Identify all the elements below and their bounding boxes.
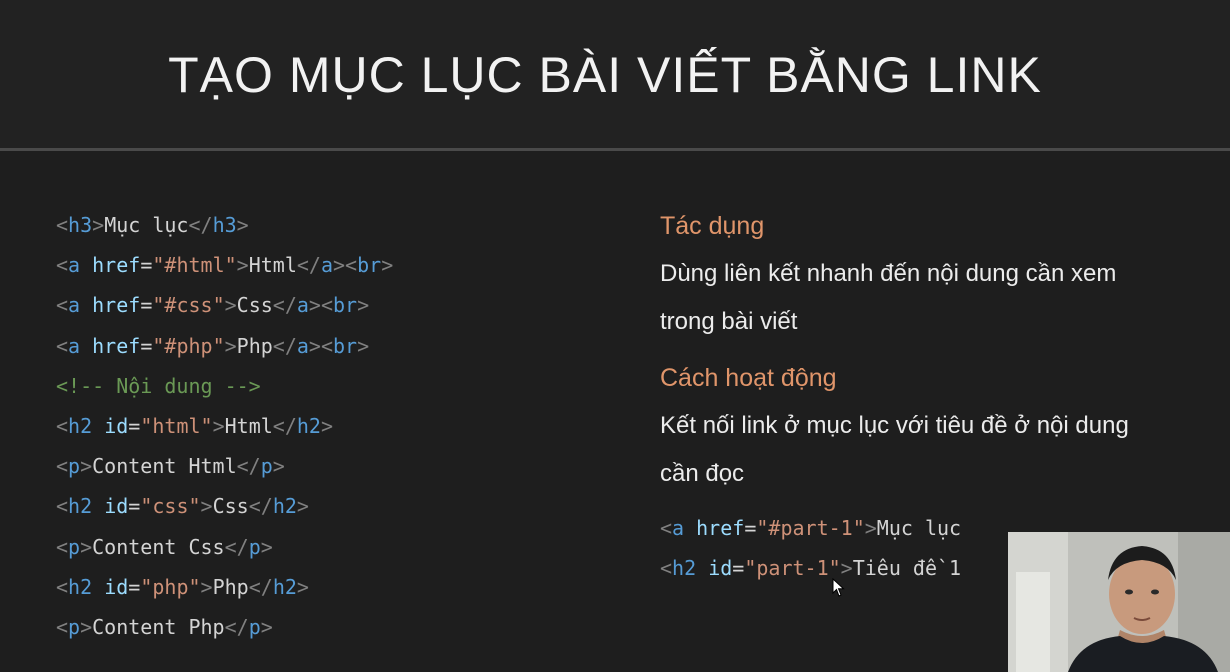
code-line: <h3>Mục lục</h3> — [56, 213, 249, 237]
code-example-left: <h3>Mục lục</h3> <a href="#html">Html</a… — [56, 208, 393, 650]
slide-title: TẠO MỤC LỤC BÀI VIẾT BẰNG LINK — [168, 47, 1042, 103]
code-line: <h2 id="css">Css</h2> — [56, 494, 309, 519]
purpose-text: Dùng liên kết nhanh đến nội dung cần xem… — [660, 250, 1200, 346]
section-heading-how-it-works: Cách hoạt động — [660, 364, 837, 392]
code-line: <a href="#php">Php</a><br> — [56, 333, 370, 358]
code-comment: <!-- Nội dung --> — [56, 373, 261, 398]
code-line: <p>Content Css</p> — [56, 534, 273, 559]
webcam-presenter — [1008, 532, 1230, 672]
mouse-pointer-icon — [832, 577, 846, 603]
code-line: <h2 id="html">Html</h2> — [56, 413, 334, 438]
how-line: cần đọc — [660, 460, 745, 487]
purpose-line: Dùng liên kết nhanh đến nội dung cần xem — [660, 260, 1117, 287]
code-line: <h2 id="php">Php</h2> — [56, 574, 309, 599]
purpose-line: trong bài viết — [660, 308, 798, 335]
code-line: <a href="#html">Html</a><br> — [56, 253, 394, 278]
presentation-slide: TẠO MỤC LỤC BÀI VIẾT BẰNG LINK <h3>Mục l… — [0, 0, 1230, 672]
how-it-works-text: Kết nối link ở mục lục với tiêu đề ở nội… — [660, 402, 1200, 498]
code-line: <p>Content Php</p> — [56, 614, 273, 639]
code-line: <p>Content Html</p> — [56, 454, 285, 479]
title-divider — [0, 148, 1230, 151]
title-bar: TẠO MỤC LỤC BÀI VIẾT BẰNG LINK — [0, 0, 1230, 148]
code-line: <a href="#css">Css</a><br> — [56, 293, 370, 318]
how-line: Kết nối link ở mục lục với tiêu đề ở nội… — [660, 412, 1129, 439]
section-heading-purpose: Tác dụng — [660, 212, 765, 240]
